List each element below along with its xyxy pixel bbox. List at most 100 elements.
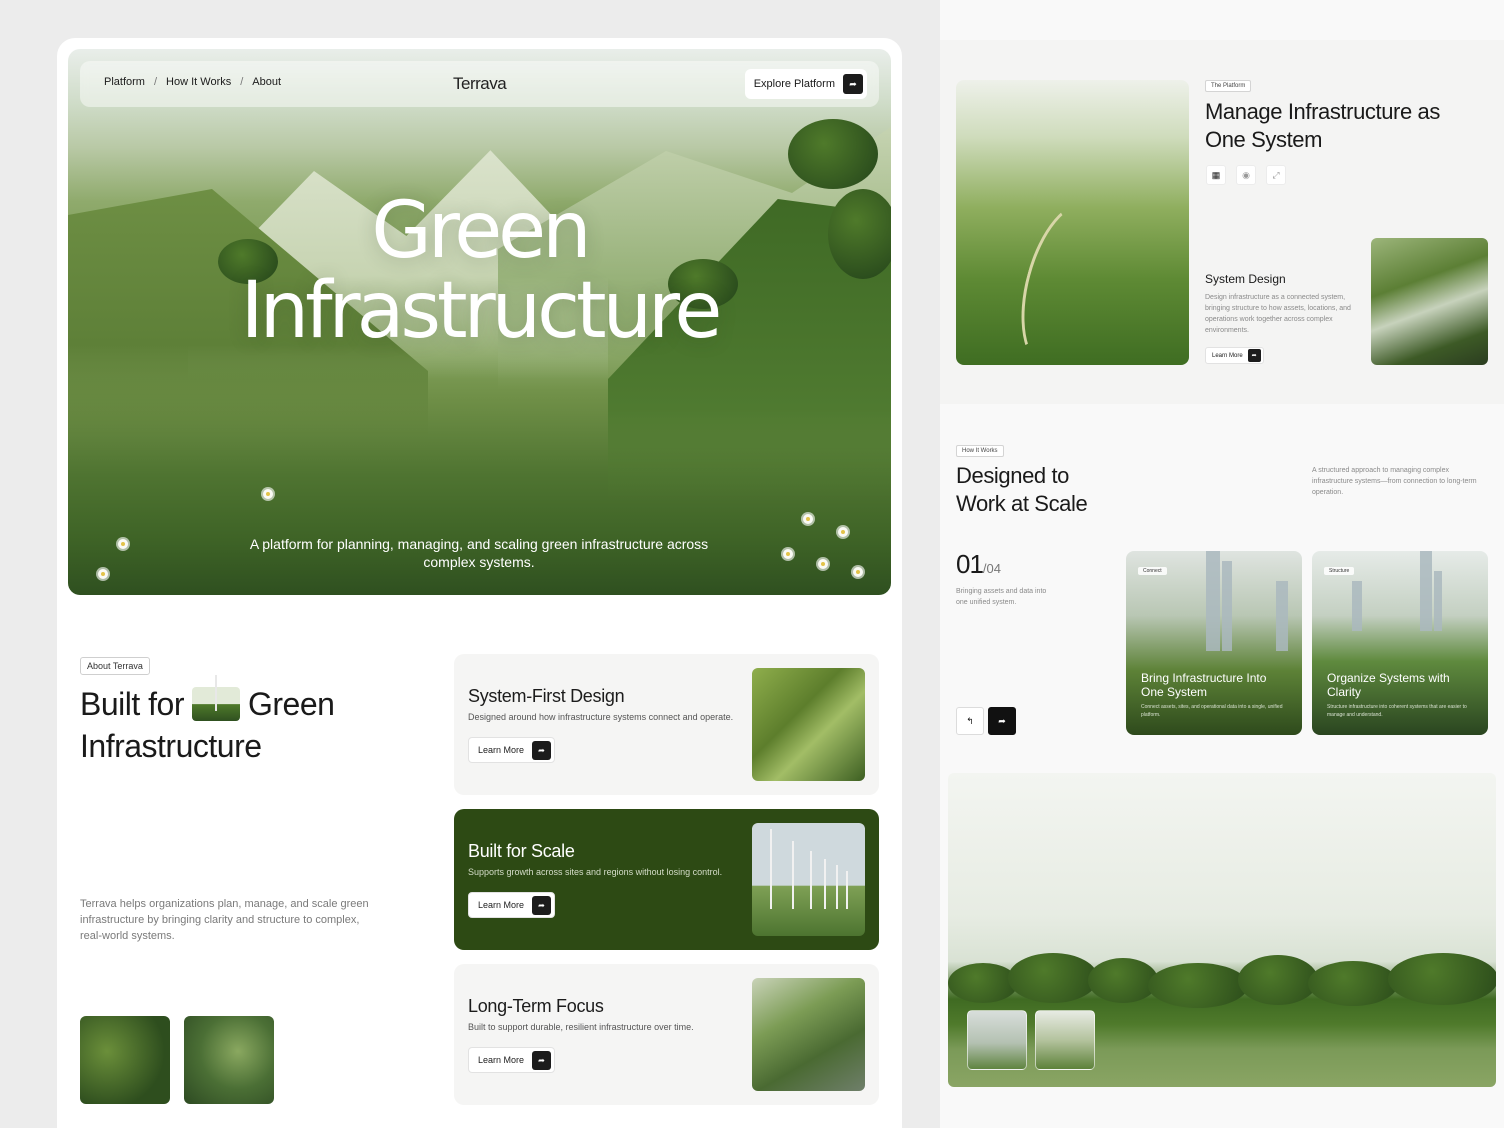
treeline-bush: [1088, 958, 1158, 1003]
learn-more-button[interactable]: Learn More ➦: [468, 892, 556, 918]
explore-platform-button[interactable]: Explore Platform ➦: [744, 69, 867, 99]
skyscraper: [1434, 571, 1442, 631]
grid-icon[interactable]: ▦: [1206, 165, 1226, 185]
green-roof-building-image: [752, 978, 865, 1091]
learn-more-button[interactable]: Learn More ➦: [468, 737, 556, 763]
step-tag: Structure: [1324, 567, 1355, 575]
wind-turbines-image: [752, 823, 865, 936]
hero-daisy: [118, 539, 128, 549]
treeline-bush: [1148, 963, 1248, 1008]
step-tag: Connect: [1138, 567, 1167, 575]
feature-title: Built for Scale: [468, 841, 575, 861]
top-nav: Platform / How It Works / About Terrava …: [80, 61, 879, 107]
hero-daisy: [818, 559, 828, 569]
skyscraper: [1352, 581, 1362, 631]
nav-separator: /: [240, 76, 244, 88]
wetland-aerial-image: [80, 1016, 170, 1104]
how-it-works-title: Designed to Work at Scale: [956, 462, 1088, 518]
feature-description: Built to support durable, resilient infr…: [468, 1022, 694, 1032]
skyscraper: [1222, 561, 1232, 651]
view-toggle-group: ▦ ◉ ⤢: [1206, 165, 1286, 185]
hero-daisy: [263, 489, 273, 499]
learn-more-button[interactable]: Learn More ➦: [1205, 347, 1264, 364]
feature-card-long-term: Long-Term Focus Built to support durable…: [454, 964, 879, 1105]
step-counter-description: Bringing assets and data into one unifie…: [956, 588, 1047, 606]
feature-card-built-for-scale: Built for Scale Supports growth across s…: [454, 809, 879, 950]
skyscraper: [1276, 581, 1288, 651]
valley-path-image: [956, 80, 1189, 365]
learn-more-label: Learn More: [1212, 352, 1243, 359]
about-heading: Built for Green Infrastructure: [80, 675, 335, 767]
landing-page-panel: Platform / How It Works / About Terrava …: [57, 38, 902, 1128]
about-heading-line2: Infrastructure: [80, 728, 262, 764]
step-title: Organize Systems with Clarity: [1327, 671, 1450, 699]
feature-title: System-First Design: [468, 686, 625, 706]
hero-title-line1: Green: [371, 186, 591, 276]
nav-link-how-it-works[interactable]: How It Works: [166, 76, 231, 88]
brand-logo[interactable]: Terrava: [453, 74, 507, 94]
hero-tree: [788, 119, 878, 189]
nav-links: Platform / How It Works / About: [104, 76, 281, 88]
aerial-fields-image: [752, 668, 865, 781]
hero-subtitle: A platform for planning, managing, and s…: [249, 536, 709, 570]
wind-turbine-thumbnail: [191, 675, 240, 721]
about-heading-part2: Green: [247, 686, 335, 722]
green-roof-image: [1371, 238, 1488, 365]
how-it-works-title-line2: Work at Scale: [956, 491, 1088, 516]
expand-icon[interactable]: ⤢: [1266, 165, 1286, 185]
about-heading-part1: Built for: [80, 686, 184, 722]
feature-description: Designed around how infrastructure syste…: [468, 712, 734, 722]
previous-arrow-icon[interactable]: ↰: [956, 707, 984, 735]
explore-platform-label: Explore Platform: [753, 78, 835, 90]
learn-more-label: Learn More: [478, 1055, 525, 1065]
landscape-banner-image: [948, 773, 1496, 1087]
nav-link-about[interactable]: About: [252, 76, 281, 88]
treeline-bush: [1308, 961, 1398, 1006]
system-design-description: Design infrastructure as a connected sys…: [1205, 294, 1351, 334]
arrow-icon: ➦: [532, 895, 552, 915]
step-counter-current: 01: [956, 549, 984, 579]
learn-more-label: Learn More: [478, 900, 525, 910]
nav-link-platform[interactable]: Platform: [104, 76, 145, 88]
step-counter-total: /04: [982, 561, 1001, 576]
secondary-page-panel: The Platform Manage Infrastructure as On…: [940, 0, 1504, 1128]
park-aerial-image: [184, 1016, 274, 1104]
hero-daisy: [803, 514, 813, 524]
treeline-bush: [1388, 953, 1496, 1005]
step-description: Structure infrastructure into coherent s…: [1327, 704, 1467, 718]
valley-path-line: [1005, 192, 1127, 365]
skyscraper: [1206, 551, 1220, 651]
arrow-icon: ➦: [532, 1050, 552, 1070]
hero-daisy: [853, 567, 863, 577]
turbine-mast: [824, 859, 826, 909]
hero-daisy: [838, 527, 848, 537]
city-thumbnail[interactable]: [967, 1010, 1027, 1070]
learn-more-button[interactable]: Learn More ➦: [468, 1047, 556, 1073]
eye-icon[interactable]: ◉: [1236, 165, 1256, 185]
feature-description: Supports growth across sites and regions…: [468, 867, 723, 877]
step-card-structure[interactable]: Structure Organize Systems with Clarity …: [1312, 551, 1488, 735]
skyscraper: [1420, 551, 1432, 631]
how-it-works-description: A structured approach to managing comple…: [1312, 467, 1477, 496]
arrow-icon: ➦: [843, 74, 863, 94]
about-description: Terrava helps organizations plan, manage…: [80, 898, 369, 942]
park-thumbnail[interactable]: [1035, 1010, 1095, 1070]
feature-card-system-first: System-First Design Designed around how …: [454, 654, 879, 795]
treeline-bush: [1238, 955, 1318, 1005]
feature-title: Long-Term Focus: [468, 996, 604, 1016]
about-tag: About Terrava: [80, 657, 150, 675]
platform-title: Manage Infrastructure as One System: [1205, 99, 1440, 152]
arrow-icon: ➦: [532, 740, 552, 760]
step-card-connect[interactable]: Connect Bring Infrastructure Into One Sy…: [1126, 551, 1302, 735]
step-counter: 01/04: [956, 549, 1001, 580]
next-arrow-icon[interactable]: ➦: [988, 707, 1016, 735]
treeline-bush: [948, 963, 1018, 1003]
hero-section: Platform / How It Works / About Terrava …: [68, 49, 891, 595]
learn-more-label: Learn More: [478, 745, 525, 755]
turbine-mast: [770, 829, 772, 909]
carousel-controls: ↰ ➦: [956, 707, 1016, 735]
turbine-mast: [846, 871, 848, 909]
hero-daisy: [98, 569, 108, 579]
step-description: Connect assets, sites, and operational d…: [1141, 704, 1283, 718]
turbine-mast: [836, 865, 838, 909]
